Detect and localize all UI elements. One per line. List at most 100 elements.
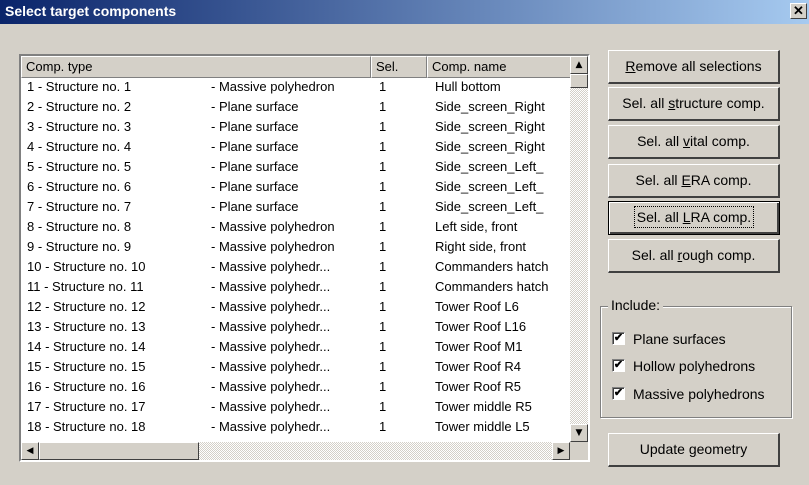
comp-shape-cell: - Massive polyhedr... bbox=[211, 259, 331, 274]
list-header: Comp. type Sel. Comp. name bbox=[21, 56, 572, 78]
comp-name-cell: Side_screen_Left_ bbox=[435, 179, 544, 194]
button-label: Remove all selections bbox=[625, 58, 762, 74]
check-icon[interactable]: ✔ bbox=[612, 359, 625, 372]
table-row[interactable]: 14 - Structure no. 14 - Massive polyhedr.… bbox=[21, 338, 572, 355]
table-row[interactable]: 6 - Structure no. 6 - Plane surface 1 Side_… bbox=[21, 178, 572, 195]
column-header-comp-name[interactable]: Comp. name bbox=[427, 56, 572, 78]
table-row[interactable]: 4 - Structure no. 4 - Plane surface 1 Side_… bbox=[21, 138, 572, 155]
sel-cell: 1 bbox=[379, 239, 387, 254]
comp-shape-cell: - Plane surface bbox=[211, 99, 299, 114]
comp-name-cell: Side_screen_Right bbox=[435, 139, 545, 154]
comp-shape-cell: - Plane surface bbox=[211, 119, 299, 134]
comp-name-cell: Commanders hatch bbox=[435, 259, 549, 274]
comp-type-cell: 11 - Structure no. 11 bbox=[27, 279, 144, 294]
table-row[interactable]: 16 - Structure no. 16 - Massive polyhedr.… bbox=[21, 378, 572, 395]
scroll-right-button[interactable]: ▶ bbox=[552, 442, 570, 460]
table-row[interactable]: 2 - Structure no. 2 - Plane surface 1 Side_… bbox=[21, 98, 572, 115]
vertical-scroll-thumb[interactable] bbox=[570, 74, 588, 88]
scrollbar-corner bbox=[570, 442, 588, 460]
sel-cell: 1 bbox=[379, 139, 387, 154]
sel-cell: 1 bbox=[379, 159, 387, 174]
check-icon[interactable]: ✔ bbox=[612, 387, 625, 400]
vertical-scrollbar[interactable]: ▲ ▼ bbox=[570, 56, 588, 442]
dialog-title: Select target components bbox=[5, 3, 177, 19]
comp-name-cell: Side_screen_Right bbox=[435, 99, 545, 114]
table-row[interactable]: 1 - Structure no. 1 - Massive polyhedron 1… bbox=[21, 78, 572, 95]
comp-type-cell: 1 - Structure no. 1 bbox=[27, 79, 132, 94]
select-all-lra-button[interactable]: Sel. all LRA comp. bbox=[608, 201, 780, 235]
comp-name-cell: Hull bottom bbox=[435, 79, 501, 94]
column-header-sel[interactable]: Sel. bbox=[371, 56, 427, 78]
table-row[interactable]: 17 - Structure no. 17 - Massive polyhedr.… bbox=[21, 398, 572, 415]
select-all-structure-button[interactable]: Sel. all structure comp. bbox=[608, 87, 780, 121]
title-bar: Select target components ✕ bbox=[0, 0, 809, 24]
comp-type-cell: 6 - Structure no. 6 bbox=[27, 179, 132, 194]
scroll-left-button[interactable]: ◀ bbox=[21, 442, 39, 460]
sel-cell: 1 bbox=[379, 339, 387, 354]
table-row[interactable]: 15 - Structure no. 15 - Massive polyhedr.… bbox=[21, 358, 572, 375]
sel-cell: 1 bbox=[379, 399, 387, 414]
sel-cell: 1 bbox=[379, 299, 387, 314]
table-row[interactable]: 12 - Structure no. 12 - Massive polyhedr.… bbox=[21, 298, 572, 315]
comp-type-cell: 2 - Structure no. 2 bbox=[27, 99, 132, 114]
select-all-rough-button[interactable]: Sel. all rough comp. bbox=[608, 239, 780, 273]
comp-type-cell: 18 - Structure no. 18 bbox=[27, 419, 146, 434]
comp-shape-cell: - Plane surface bbox=[211, 139, 299, 154]
sel-cell: 1 bbox=[379, 219, 387, 234]
comp-name-cell: Tower Roof R4 bbox=[435, 359, 521, 374]
comp-name-cell: Right side, front bbox=[435, 239, 527, 254]
horizontal-scroll-thumb[interactable] bbox=[39, 442, 199, 460]
table-row[interactable]: 18 - Structure no. 18 - Massive polyhedr.… bbox=[21, 418, 572, 435]
comp-type-cell: 7 - Structure no. 7 bbox=[27, 199, 132, 214]
table-row[interactable]: 11 - Structure no. 11 - Massive polyhedr.… bbox=[21, 278, 572, 295]
sel-cell: 1 bbox=[379, 179, 387, 194]
table-row[interactable]: 8 - Structure no. 8 - Massive polyhedron 1… bbox=[21, 218, 572, 235]
sel-cell: 1 bbox=[379, 259, 387, 274]
comp-name-cell: Tower middle L5 bbox=[435, 419, 530, 434]
comp-shape-cell: - Massive polyhedr... bbox=[211, 279, 331, 294]
sel-cell: 1 bbox=[379, 319, 387, 334]
comp-name-cell: Tower Roof L6 bbox=[435, 299, 519, 314]
comp-name-cell: Commanders hatch bbox=[435, 279, 549, 294]
comp-shape-cell: - Plane surface bbox=[211, 179, 299, 194]
comp-type-cell: 14 - Structure no. 14 bbox=[27, 339, 146, 354]
comp-type-cell: 5 - Structure no. 5 bbox=[27, 159, 132, 174]
scroll-up-button[interactable]: ▲ bbox=[570, 56, 588, 74]
table-row[interactable]: 13 - Structure no. 13 - Massive polyhedr.… bbox=[21, 318, 572, 335]
sel-cell: 1 bbox=[379, 419, 387, 434]
comp-type-cell: 10 - Structure no. 10 bbox=[27, 259, 146, 274]
button-label: Sel. all rough comp. bbox=[631, 247, 756, 263]
column-header-comp-type[interactable]: Comp. type bbox=[21, 56, 371, 78]
remove-all-selections-button[interactable]: Remove all selections bbox=[608, 50, 780, 84]
button-label: Sel. all LRA comp. bbox=[633, 206, 755, 228]
comp-shape-cell: - Massive polyhedron bbox=[211, 79, 335, 94]
select-all-vital-button[interactable]: Sel. all vital comp. bbox=[608, 125, 780, 159]
comp-name-cell: Tower Roof M1 bbox=[435, 339, 523, 354]
horizontal-scrollbar[interactable]: ◀ ▶ bbox=[21, 442, 570, 460]
list-rows: 1 - Structure no. 1 - Massive polyhedron 1… bbox=[21, 78, 572, 442]
select-all-era-button[interactable]: Sel. all ERA comp. bbox=[608, 164, 780, 198]
sel-cell: 1 bbox=[379, 119, 387, 134]
update-geometry-button[interactable]: Update geometry bbox=[608, 433, 780, 467]
scroll-down-button[interactable]: ▼ bbox=[570, 424, 588, 442]
comp-shape-cell: - Massive polyhedr... bbox=[211, 399, 331, 414]
comp-name-cell: Tower Roof R5 bbox=[435, 379, 521, 394]
button-label: Sel. all ERA comp. bbox=[635, 172, 752, 188]
checkbox-label: Massive polyhedrons bbox=[633, 386, 765, 402]
table-row[interactable]: 10 - Structure no. 10 - Massive polyhedr.… bbox=[21, 258, 572, 275]
close-button[interactable]: ✕ bbox=[790, 3, 807, 19]
sel-cell: 1 bbox=[379, 79, 387, 94]
components-list[interactable]: Comp. type Sel. Comp. name 1 - Structure… bbox=[19, 54, 590, 462]
check-icon[interactable]: ✔ bbox=[612, 332, 625, 345]
comp-type-cell: 9 - Structure no. 9 bbox=[27, 239, 132, 254]
comp-type-cell: 4 - Structure no. 4 bbox=[27, 139, 132, 154]
table-row[interactable]: 3 - Structure no. 3 - Plane surface 1 Side_… bbox=[21, 118, 572, 135]
comp-name-cell: Side_screen_Right bbox=[435, 119, 545, 134]
comp-shape-cell: - Massive polyhedr... bbox=[211, 339, 331, 354]
table-row[interactable]: 7 - Structure no. 7 - Plane surface 1 Side_… bbox=[21, 198, 572, 215]
comp-shape-cell: - Massive polyhedr... bbox=[211, 419, 331, 434]
table-row[interactable]: 5 - Structure no. 5 - Plane surface 1 Side_… bbox=[21, 158, 572, 175]
comp-name-cell: Side_screen_Left_ bbox=[435, 159, 544, 174]
button-label: Update geometry bbox=[639, 441, 748, 457]
table-row[interactable]: 9 - Structure no. 9 - Massive polyhedron 1… bbox=[21, 238, 572, 255]
